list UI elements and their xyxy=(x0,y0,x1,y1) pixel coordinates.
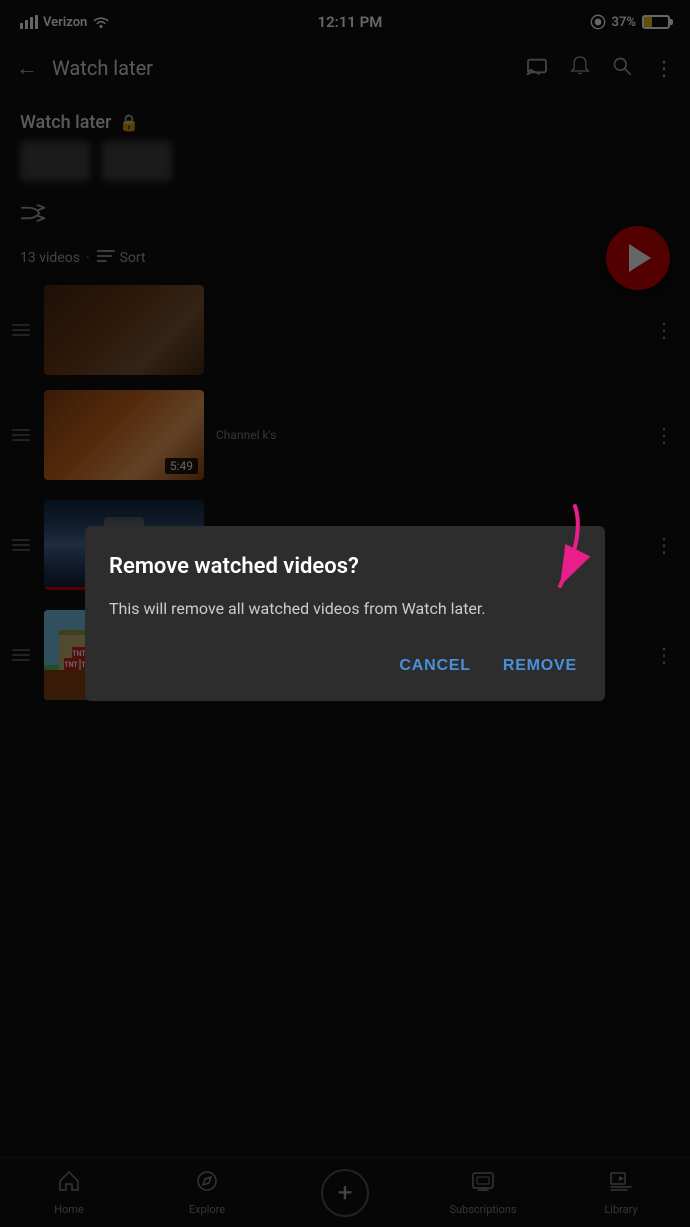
modal-body: This will remove all watched videos from… xyxy=(109,597,581,621)
arrow-annotation xyxy=(505,496,595,610)
remove-button[interactable]: REMOVE xyxy=(499,649,581,683)
modal-actions: CANCEL REMOVE xyxy=(109,649,581,683)
modal-overlay: Remove watched videos? This will remove … xyxy=(0,0,690,1227)
modal-title: Remove watched videos? xyxy=(109,554,581,579)
cancel-button[interactable]: CANCEL xyxy=(395,649,474,683)
modal-dialog: Remove watched videos? This will remove … xyxy=(85,526,605,701)
